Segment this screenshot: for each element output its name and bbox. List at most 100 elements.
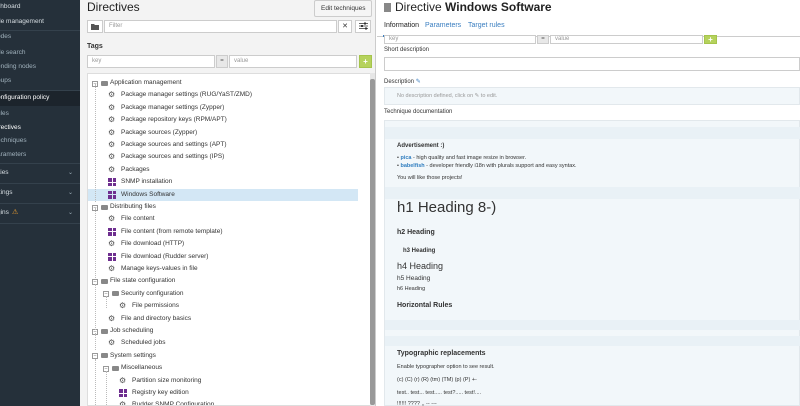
tree-category[interactable]: − System settings [88, 350, 358, 362]
detail-tag-key-input[interactable]: key [384, 35, 536, 44]
tag-value-input[interactable]: value [229, 55, 357, 68]
tree-technique[interactable]: File download (Rudder server) [88, 251, 358, 263]
nav-item-irectives[interactable]: irectives [0, 121, 80, 135]
nav-item-odes[interactable]: odes [0, 30, 80, 44]
tree-item-label: Application management [110, 79, 182, 86]
nav-item-label: oups [0, 77, 12, 84]
title-prefix: Directive [395, 0, 442, 14]
nav-item-ities[interactable]: ities ⌄ [0, 165, 80, 181]
typo-line-2: test.. test... test..... test?..... test… [397, 390, 482, 396]
tree-technique[interactable]: SNMP installation [88, 176, 358, 188]
directives-title: Directives [87, 0, 140, 14]
nav-item-ules[interactable]: ules [0, 107, 80, 121]
tree-item-label: File content [121, 215, 155, 223]
gear-icon: ⚙ [108, 127, 116, 137]
doc-h5: h5 Heading [397, 275, 431, 282]
tree-category[interactable]: − Job scheduling [88, 325, 358, 337]
tree-category[interactable]: − Application management [88, 77, 358, 89]
advert-bullet-2: • babelfish - developer friendly i18n wi… [397, 163, 577, 169]
tab-information[interactable]: Information [384, 22, 419, 29]
tree-technique[interactable]: ⚙ File and directory basics [88, 313, 358, 325]
filter-input[interactable]: Filter [104, 20, 337, 33]
tree-category[interactable]: − Distributing files [88, 201, 358, 213]
nav-item-label: arameters [0, 151, 27, 158]
babelfish-link[interactable]: babelfish [400, 163, 424, 169]
tree-technique[interactable]: ⚙ File content [88, 213, 358, 225]
tree-technique[interactable]: ⚙ Partition size monitoring [88, 375, 358, 387]
edit-techniques-button[interactable]: Edit techniques [314, 0, 373, 17]
tags-label: Tags [87, 43, 103, 50]
tree-item-label: Package manager settings (Zypper) [121, 103, 225, 111]
tree-item-label: Registry key edition [132, 389, 189, 396]
directives-panel: Directives Edit techniques Filter ✕ Tags… [80, 0, 376, 406]
folder-toggle-button[interactable] [87, 20, 103, 33]
nav-item-arameters[interactable]: arameters [0, 148, 80, 162]
windows-icon [108, 190, 116, 199]
technique-doc-label: Technique documentation [384, 109, 453, 115]
tree-scroll-thumb[interactable] [370, 79, 375, 405]
sliders-icon [358, 22, 368, 30]
detail-add-tag-button[interactable]: + [704, 35, 717, 44]
tree-technique[interactable]: ⚙ Package repository keys (RPM/APT) [88, 114, 358, 126]
tab-target-rules[interactable]: Target rules [468, 22, 505, 29]
pica-link[interactable]: pica [400, 155, 411, 161]
close-icon: ✕ [342, 23, 348, 30]
folder-icon [101, 328, 108, 334]
tree-technique[interactable]: Windows Software [88, 188, 358, 201]
detail-tag-value-input[interactable]: value [550, 35, 703, 44]
tree-item-label: File content (from remote template) [121, 227, 223, 235]
windows-icon [108, 252, 116, 261]
nav-item-ttings[interactable]: ttings ⌄ [0, 185, 80, 201]
nav-item-label: ules [0, 110, 9, 117]
nav-item-label: ending nodes [0, 63, 37, 70]
tree-technique[interactable]: Registry key edition [88, 387, 358, 399]
nav-item-gins[interactable]: gins⚠ ⌄ [0, 205, 80, 221]
tree-technique[interactable]: ⚙ Manage keys-values in file [88, 263, 358, 275]
nav-item-ending-nodes[interactable]: ending nodes [0, 60, 80, 74]
tree-item-label: Job scheduling [110, 327, 154, 334]
short-description-input[interactable] [384, 57, 800, 71]
clear-filter-button[interactable]: ✕ [338, 20, 352, 33]
directive-detail: Directive Windows Software Information P… [377, 0, 800, 406]
doc-separator [385, 187, 800, 199]
tree-category[interactable]: − File state configuration [88, 275, 358, 287]
tree-item-label: Package repository keys (RPM/APT) [121, 116, 227, 124]
tree-technique[interactable]: ⚙ Rudder SNMP Configuration [88, 399, 358, 405]
tree-technique[interactable]: ⚙ Scheduled jobs [88, 337, 358, 349]
tree-technique[interactable]: ⚙ Package manager settings (Zypper) [88, 102, 358, 114]
tab-parameters[interactable]: Parameters [425, 22, 461, 29]
nav-divider [0, 90, 80, 91]
typo-enable: Enable typographer option to see result. [397, 364, 495, 370]
nav-item-de-search[interactable]: de search [0, 46, 80, 60]
edit-icon[interactable]: ✎ [416, 79, 421, 85]
nav-item-de-management[interactable]: de management [0, 14, 80, 30]
tree-technique[interactable]: ⚙ Package manager settings (RUG/YaST/ZMD) [88, 89, 358, 101]
detail-tag-separator: = [537, 35, 549, 44]
tree-category[interactable]: − Security configuration [88, 288, 358, 300]
tag-key-input[interactable]: key [87, 55, 215, 68]
doc-h4: h4 Heading [397, 261, 444, 271]
tree-scrollbar[interactable] [370, 73, 375, 406]
nav-item-echniques[interactable]: echniques [0, 134, 80, 148]
tree-item-label: Package sources and settings (APT) [121, 141, 227, 148]
tree-technique[interactable]: File content (from remote template) [88, 226, 358, 238]
hr-title: Horizontal Rules [397, 302, 453, 309]
description-label-text: Description [384, 79, 415, 85]
tags-filter-row: key = value + [87, 55, 375, 68]
short-description-label: Short description [384, 47, 430, 53]
typo-line-1: (c) (C) (r) (R) (tm) (TM) (p) (P) +- [397, 377, 477, 383]
nav-item-shboard[interactable]: shboard [0, 0, 80, 14]
tree-technique[interactable]: ⚙ Package sources (Zypper) [88, 127, 358, 139]
tree-technique[interactable]: ⚙ File download (HTTP) [88, 238, 358, 250]
add-tag-button[interactable]: + [359, 55, 372, 68]
nav-item-onfiguration-policy[interactable]: onfiguration policy [0, 90, 80, 106]
tree-technique[interactable]: ⚙ Packages [88, 164, 358, 176]
tree-technique[interactable]: ⚙ Package sources and settings (IPS) [88, 151, 358, 163]
tree-category[interactable]: − Miscellaneous [88, 362, 358, 374]
folder-icon [101, 278, 108, 284]
filter-settings-button[interactable] [355, 20, 371, 33]
tree-connector [95, 359, 96, 405]
nav-item-oups[interactable]: oups [0, 74, 80, 88]
tree-technique[interactable]: ⚙ Package sources and settings (APT) [88, 139, 358, 151]
tree-technique[interactable]: ⚙ File permissions [88, 300, 358, 312]
